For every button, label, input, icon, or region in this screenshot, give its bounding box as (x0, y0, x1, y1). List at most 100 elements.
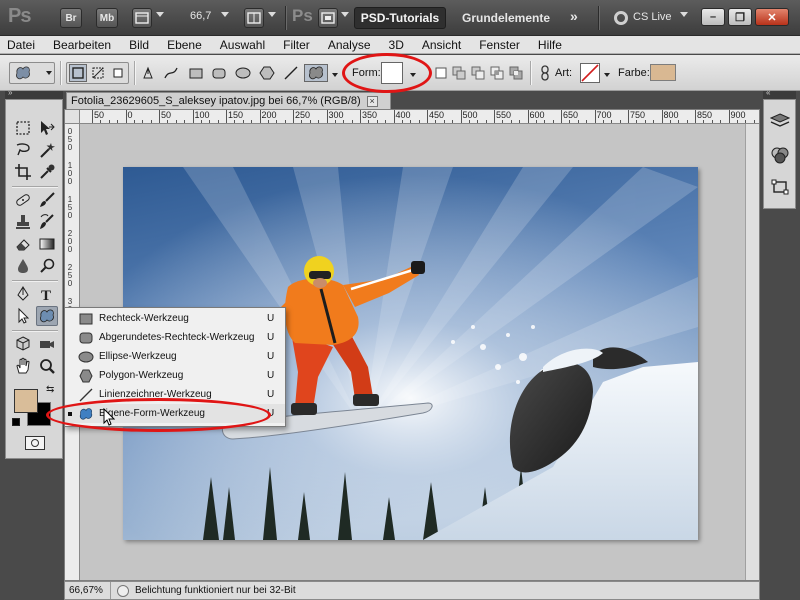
restore-button[interactable]: ❐ (728, 8, 752, 26)
custom-shape-tool[interactable] (36, 306, 58, 326)
channels-panel-icon[interactable] (770, 146, 790, 167)
type-tool[interactable]: T (36, 284, 58, 304)
3d-camera-tool[interactable] (36, 334, 58, 354)
arrange-caret[interactable] (268, 12, 276, 17)
clone-stamp-tool[interactable] (12, 212, 34, 232)
crop-tool[interactable] (12, 162, 34, 182)
blur-tool[interactable] (12, 256, 34, 276)
eyedropper-tool[interactable] (36, 162, 58, 182)
healing-brush-tool[interactable] (12, 190, 34, 210)
eraser-tool[interactable] (12, 234, 34, 254)
history-brush-tool[interactable] (36, 212, 58, 232)
menu-hilfe[interactable]: Hilfe (538, 38, 562, 52)
flyout-item-polygon[interactable]: Polygon-Werkzeug U (65, 366, 285, 385)
view-extras-caret[interactable] (156, 12, 164, 17)
hand-tool[interactable] (12, 356, 34, 376)
minimize-button[interactable]: – (701, 8, 725, 26)
expand-icon[interactable]: « (766, 88, 770, 97)
screen-mode-caret[interactable] (341, 12, 349, 17)
magic-wand-tool[interactable] (36, 140, 58, 160)
menu-bearbeiten[interactable]: Bearbeiten (53, 38, 111, 52)
view-extras-button[interactable] (132, 8, 152, 28)
flyout-item-rectangle[interactable]: Rechteck-Werkzeug U (65, 309, 285, 328)
marquee-tool[interactable] (12, 118, 34, 138)
ellipse-tool-icon[interactable] (234, 64, 252, 82)
rectangle-tool-icon[interactable] (187, 64, 205, 82)
zoom-readout[interactable]: 66,67% (65, 582, 111, 599)
gradient-tool[interactable] (36, 234, 58, 254)
preset-caret[interactable] (46, 71, 52, 75)
form-shape-swatch[interactable] (381, 62, 403, 84)
document-tab[interactable]: Fotolia_23629605_S_aleksey ipatov.jpg be… (66, 92, 391, 109)
freeform-pen-icon[interactable] (162, 64, 180, 82)
menu-ansicht[interactable]: Ansicht (422, 38, 461, 52)
move-tool[interactable] (36, 118, 58, 138)
custom-shape-tool-icon[interactable] (304, 64, 328, 82)
geometry-options-caret[interactable] (332, 73, 338, 77)
ruler-origin[interactable] (65, 110, 80, 124)
menu-fenster[interactable]: Fenster (479, 38, 520, 52)
form-picker-caret[interactable] (410, 73, 416, 77)
fill-pixels-icon[interactable] (109, 64, 127, 82)
style-picker-caret[interactable] (604, 73, 610, 77)
brush-tool[interactable] (36, 190, 58, 210)
dodge-tool[interactable] (36, 256, 58, 276)
menu-auswahl[interactable]: Auswahl (220, 38, 265, 52)
mini-bridge-button[interactable]: Mb (96, 8, 118, 28)
pen-tool[interactable] (12, 284, 34, 304)
workspace-psd-tutorials[interactable]: PSD-Tutorials (354, 7, 446, 29)
quick-mask-button[interactable] (25, 436, 45, 450)
screen-mode-button[interactable] (318, 8, 338, 28)
collapse-icon[interactable]: » (8, 88, 12, 97)
rounded-rectangle-tool-icon[interactable] (210, 64, 228, 82)
cs-live-label[interactable]: CS Live (633, 11, 672, 23)
layers-panel-icon[interactable] (769, 112, 791, 133)
line-tool-icon[interactable] (282, 64, 300, 82)
close-button[interactable]: ✕ (755, 8, 789, 26)
arrange-documents-button[interactable] (244, 8, 264, 28)
menu-3d[interactable]: 3D (389, 38, 404, 52)
tools-panel-header[interactable]: » (5, 88, 63, 99)
flyout-item-ellipse[interactable]: Ellipse-Werkzeug U (65, 347, 285, 366)
vertical-scrollbar[interactable] (745, 124, 759, 580)
workspace-grundelemente[interactable]: Grundelemente (462, 11, 550, 25)
zoom-caret[interactable] (221, 12, 229, 17)
status-info[interactable]: Belichtung funktioniert nur bei 32-Bit (135, 585, 296, 596)
right-panel-header[interactable]: « (763, 88, 796, 99)
subtract-from-shape-icon[interactable] (469, 64, 487, 82)
default-colors-icon[interactable] (12, 418, 20, 426)
menu-analyse[interactable]: Analyse (328, 38, 371, 52)
polygon-tool-icon[interactable] (258, 64, 276, 82)
menu-ebene[interactable]: Ebene (167, 38, 202, 52)
status-menu-icon[interactable] (117, 585, 129, 597)
menu-datei[interactable]: Datei (7, 38, 35, 52)
add-to-shape-icon[interactable] (450, 64, 468, 82)
style-picker[interactable] (580, 63, 600, 83)
link-layer-icon[interactable] (536, 64, 554, 82)
swap-colors-icon[interactable]: ⇆ (46, 384, 54, 395)
cs-live-caret[interactable] (680, 12, 688, 17)
bridge-button[interactable]: Br (60, 8, 82, 28)
path-selection-tool[interactable] (12, 306, 34, 326)
zoom-tool[interactable] (36, 356, 58, 376)
shape-layers-icon[interactable] (69, 64, 87, 82)
foreground-color-swatch[interactable] (14, 389, 38, 413)
flyout-item-line[interactable]: Linienzeichner-Werkzeug U (65, 385, 285, 404)
menu-filter[interactable]: Filter (283, 38, 310, 52)
new-shape-layer-icon[interactable] (432, 64, 450, 82)
paths-panel-icon[interactable] (770, 178, 790, 199)
horizontal-ruler[interactable]: 50 0 50 100 150 200 250 300 350 400 450 500 550 600 65… (80, 110, 759, 124)
exclude-overlap-icon[interactable] (507, 64, 525, 82)
flyout-item-rounded-rectangle[interactable]: Abgerundetes-Rechteck-Werkzeug U (65, 328, 285, 347)
3d-rotate-tool[interactable] (12, 334, 34, 354)
more-workspaces-icon[interactable]: » (570, 8, 578, 24)
cs-live-icon[interactable] (614, 11, 628, 25)
menu-bild[interactable]: Bild (129, 38, 149, 52)
lasso-tool[interactable] (12, 140, 34, 160)
intersect-shape-icon[interactable] (488, 64, 506, 82)
paths-icon[interactable] (89, 64, 107, 82)
close-document-icon[interactable]: × (366, 95, 378, 107)
pen-tool-icon[interactable] (140, 64, 158, 82)
flyout-item-custom-shape[interactable]: Eigene-Form-Werkzeug U (65, 404, 285, 423)
zoom-level[interactable]: 66,7 (190, 10, 211, 22)
